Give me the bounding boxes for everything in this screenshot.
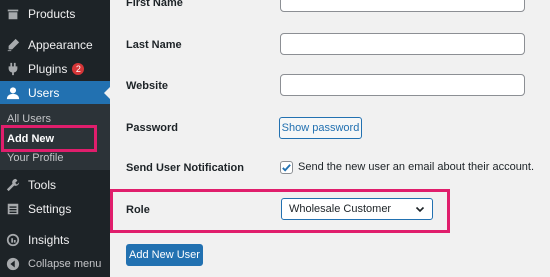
sidebar-item-label: Users	[28, 86, 60, 100]
last-name-label: Last Name	[126, 39, 182, 51]
send-notification-checkbox[interactable]	[280, 161, 293, 174]
password-label: Password	[126, 122, 178, 134]
submenu-your-profile[interactable]: Your Profile	[7, 152, 63, 164]
sidebar-item-appearance[interactable]: Appearance	[0, 33, 110, 57]
insights-icon	[5, 232, 21, 248]
appearance-icon	[5, 37, 21, 53]
sidebar-item-label: Settings	[28, 202, 72, 216]
plugins-icon	[5, 61, 21, 77]
active-indicator	[104, 87, 110, 99]
collapse-icon	[5, 256, 21, 272]
collapse-menu-button[interactable]: Collapse menu	[0, 252, 110, 276]
sidebar-item-label: Products	[28, 7, 76, 21]
notification-description: Send the new user an email about their a…	[298, 161, 535, 173]
website-label: Website	[126, 80, 168, 92]
sidebar-item-label: Tools	[28, 178, 57, 192]
sidebar-item-label: Insights	[28, 233, 70, 247]
show-password-button[interactable]: Show password	[279, 117, 362, 139]
add-new-user-button[interactable]: Add New User	[126, 244, 203, 266]
sidebar-item-label: Plugins	[28, 62, 68, 76]
role-label: Role	[126, 204, 150, 216]
settings-icon	[5, 201, 21, 217]
chevron-down-icon	[415, 206, 425, 213]
role-select[interactable]: Wholesale Customer	[281, 198, 433, 220]
sidebar-item-insights[interactable]: Insights	[0, 228, 110, 252]
submenu-all-users[interactable]: All Users	[7, 113, 51, 125]
sidebar-item-tools[interactable]: Tools	[0, 173, 110, 197]
last-name-field[interactable]	[280, 33, 525, 55]
products-icon	[5, 6, 21, 22]
add-new-highlight	[1, 125, 97, 152]
notification-label: Send User Notification	[126, 162, 244, 174]
update-count-badge: 2	[72, 63, 85, 75]
sidebar-item-plugins[interactable]: Plugins 2	[0, 57, 110, 81]
users-icon	[5, 85, 21, 101]
first-name-label: First Name	[126, 0, 183, 9]
sidebar-item-settings[interactable]: Settings	[0, 197, 110, 221]
checkmark-icon	[282, 164, 291, 172]
first-name-field[interactable]	[280, 0, 525, 12]
sidebar-item-label: Appearance	[28, 38, 93, 52]
role-selected-value: Wholesale Customer	[289, 203, 392, 215]
tools-icon	[5, 177, 21, 193]
sidebar-item-users[interactable]: Users	[0, 81, 110, 105]
website-field[interactable]	[280, 74, 525, 96]
sidebar-item-products[interactable]: Products	[0, 2, 110, 26]
sidebar-item-label: Collapse menu	[28, 258, 102, 270]
